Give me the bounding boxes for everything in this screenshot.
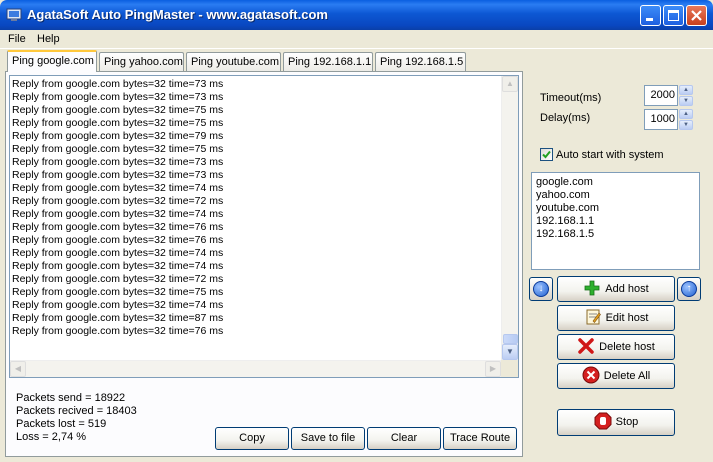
title-bar[interactable]: AgataSoft Auto PingMaster - www.agatasof…: [0, 0, 713, 30]
tab-ping-192-168-1-5[interactable]: Ping 192.168.1.5: [375, 52, 466, 71]
ping-app-icon: [6, 8, 22, 21]
log-line: Reply from google.com bytes=32 time=73 m…: [12, 169, 224, 181]
autostart-checkbox[interactable]: [540, 148, 553, 161]
timeout-input[interactable]: 2000: [644, 85, 678, 106]
stop-hand-icon: [594, 412, 612, 430]
minimize-button[interactable]: [640, 5, 661, 26]
log-line: Reply from google.com bytes=32 time=76 m…: [12, 325, 224, 337]
delay-input[interactable]: 1000: [644, 109, 678, 130]
log-line: Reply from google.com bytes=32 time=74 m…: [12, 208, 224, 220]
tab-ping-youtube[interactable]: Ping youtube.com: [186, 52, 281, 71]
delay-stepper[interactable]: ▲ ▼: [679, 109, 693, 130]
red-x-icon: [578, 338, 594, 354]
log-line: Reply from google.com bytes=32 time=87 m…: [12, 312, 224, 324]
window-title: AgataSoft Auto PingMaster - www.agatasof…: [27, 7, 328, 22]
delay-up-button[interactable]: ▲: [679, 109, 693, 119]
timeout-up-button[interactable]: ▲: [679, 85, 693, 95]
tab-ping-google[interactable]: Ping google.com: [7, 50, 97, 72]
scroll-down-button[interactable]: ▼: [502, 344, 518, 360]
log-line: Reply from google.com bytes=32 time=74 m…: [12, 182, 224, 194]
edit-host-label: Edit host: [605, 312, 649, 324]
host-list-item[interactable]: yahoo.com: [536, 189, 590, 201]
edit-host-button[interactable]: Edit host: [557, 305, 675, 331]
host-list-item[interactable]: 192.168.1.5: [536, 228, 594, 240]
stop-button[interactable]: Stop: [557, 409, 675, 436]
delay-down-button[interactable]: ▼: [679, 120, 693, 130]
log-line: Reply from google.com bytes=32 time=74 m…: [12, 299, 224, 311]
menu-bar: File Help: [0, 30, 713, 49]
horizontal-scrollbar[interactable]: ◀ ▶: [10, 360, 501, 377]
log-line: Reply from google.com bytes=32 time=74 m…: [12, 260, 224, 272]
host-list-item[interactable]: google.com: [536, 176, 593, 188]
log-line: Reply from google.com bytes=32 time=73 m…: [12, 91, 224, 103]
checkmark-icon: [542, 150, 551, 159]
scroll-corner: [501, 360, 518, 377]
stop-label: Stop: [615, 416, 639, 428]
log-line: Reply from google.com bytes=32 time=79 m…: [12, 130, 224, 142]
add-host-button[interactable]: Add host: [557, 276, 675, 302]
plus-icon: [584, 280, 600, 296]
timeout-label: Timeout(ms): [540, 92, 602, 104]
add-host-label: Add host: [605, 283, 649, 295]
log-line: Reply from google.com bytes=32 time=73 m…: [12, 156, 224, 168]
maximize-button[interactable]: [663, 5, 684, 26]
scroll-right-button[interactable]: ▶: [485, 361, 501, 377]
menu-file[interactable]: File: [8, 33, 26, 45]
minimize-icon: [646, 18, 653, 21]
delay-label: Delay(ms): [540, 112, 591, 124]
delete-all-label: Delete All: [603, 370, 651, 382]
log-line: Reply from google.com bytes=32 time=73 m…: [12, 78, 224, 90]
scroll-left-button[interactable]: ◀: [10, 361, 26, 377]
delete-all-button[interactable]: Delete All: [557, 363, 675, 389]
packets-sent: Packets send = 18922: [16, 392, 126, 404]
clear-button[interactable]: Clear: [367, 427, 441, 450]
move-up-button[interactable]: ↑: [677, 277, 701, 301]
scroll-thumb[interactable]: [503, 334, 518, 344]
timeout-stepper[interactable]: ▲ ▼: [679, 85, 693, 106]
host-list-item[interactable]: youtube.com: [536, 202, 599, 214]
delete-all-icon: [582, 366, 600, 384]
log-line: Reply from google.com bytes=32 time=76 m…: [12, 234, 224, 246]
log-line: Reply from google.com bytes=32 time=75 m…: [12, 104, 224, 116]
log-line: Reply from google.com bytes=32 time=75 m…: [12, 286, 224, 298]
log-line: Reply from google.com bytes=32 time=75 m…: [12, 143, 224, 155]
host-list-item[interactable]: 192.168.1.1: [536, 215, 594, 227]
vertical-scrollbar[interactable]: ▲ ▼: [501, 76, 518, 360]
maximize-icon: [668, 10, 679, 21]
packets-lost: Packets lost = 519: [16, 418, 107, 430]
log-line: Reply from google.com bytes=32 time=72 m…: [12, 273, 224, 285]
arrow-down-icon: ↓: [533, 281, 549, 297]
close-icon: [691, 10, 702, 21]
copy-button[interactable]: Copy: [215, 427, 289, 450]
scroll-up-button[interactable]: ▲: [502, 76, 518, 92]
delete-host-label: Delete host: [599, 341, 655, 353]
autostart-label[interactable]: Auto start with system: [556, 149, 664, 161]
notepad-icon: [586, 309, 601, 325]
timeout-down-button[interactable]: ▼: [679, 96, 693, 106]
host-list[interactable]: google.com yahoo.com youtube.com 192.168…: [531, 172, 700, 270]
log-line: Reply from google.com bytes=32 time=76 m…: [12, 221, 224, 233]
close-button[interactable]: [686, 5, 707, 26]
save-to-file-button[interactable]: Save to file: [291, 427, 365, 450]
packet-loss: Loss = 2,74 %: [16, 431, 87, 443]
packets-received: Packets recived = 18403: [16, 405, 137, 417]
menu-help[interactable]: Help: [37, 33, 60, 45]
move-down-button[interactable]: ↓: [529, 277, 553, 301]
log-line: Reply from google.com bytes=32 time=72 m…: [12, 195, 224, 207]
ping-log[interactable]: Reply from google.com bytes=32 time=73 m…: [9, 75, 519, 378]
tab-ping-192-168-1-1[interactable]: Ping 192.168.1.1: [283, 52, 373, 71]
arrow-up-icon: ↑: [681, 281, 697, 297]
log-line: Reply from google.com bytes=32 time=75 m…: [12, 117, 224, 129]
tab-ping-yahoo[interactable]: Ping yahoo.com: [99, 52, 184, 71]
log-line: Reply from google.com bytes=32 time=74 m…: [12, 247, 224, 259]
delete-host-button[interactable]: Delete host: [557, 334, 675, 360]
trace-route-button[interactable]: Trace Route: [443, 427, 517, 450]
